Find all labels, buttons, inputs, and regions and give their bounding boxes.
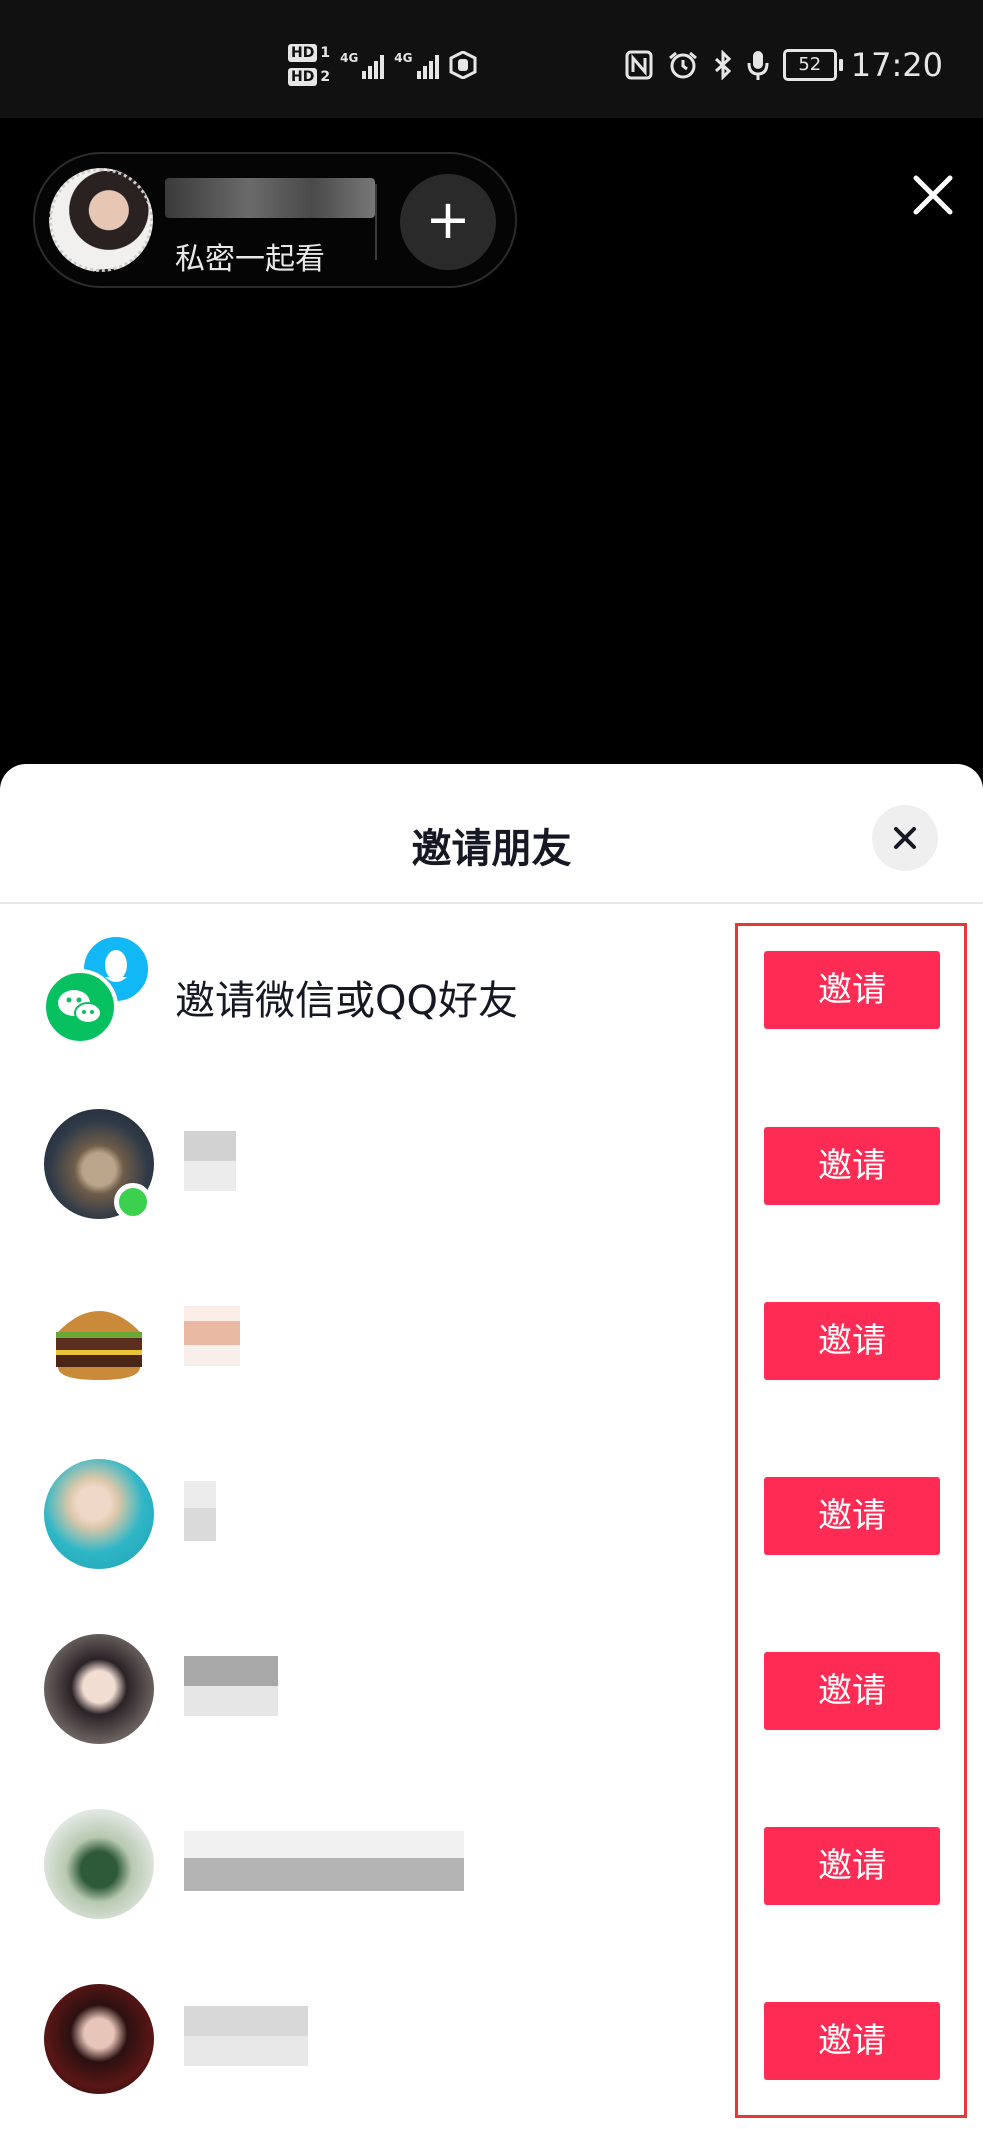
list-item-friend: 邀请 [0, 1809, 983, 1929]
invite-button[interactable]: 邀请 [764, 2002, 940, 2080]
host-info-pill: 私密一起看 + [33, 152, 517, 288]
list-item-friend: 邀请 [0, 1284, 983, 1404]
avatar [44, 1984, 154, 2094]
sim1-indicator: HD 1 [288, 44, 330, 62]
sim2-indicator: HD 2 [288, 68, 330, 86]
signal-strength-icon: 4G [394, 51, 439, 79]
avatar [44, 1284, 154, 1394]
sheet-title: 邀请朋友 [411, 826, 572, 872]
invite-button[interactable]: 邀请 [764, 1827, 940, 1905]
signal-strength-icon: 4G [340, 51, 385, 79]
divider [375, 184, 377, 260]
hd-badge: HD [288, 44, 318, 62]
host-name-redacted [165, 178, 375, 218]
invite-friends-sheet: 邀请朋友 邀请微信或QQ好友 邀请 邀请 邀请 邀请 邀请 邀请 邀请 [0, 764, 983, 2129]
invite-wechat-qq-label: 邀请微信或QQ好友 [175, 978, 518, 1024]
network-type: 4G [394, 51, 413, 65]
wechat-icon [42, 969, 118, 1045]
invite-button[interactable]: 邀请 [764, 1652, 940, 1730]
list-item-friend: 邀请 [0, 1984, 983, 2104]
status-right: 52 17:20 [625, 46, 943, 84]
invite-button[interactable]: 邀请 [764, 951, 940, 1029]
clock: 17:20 [850, 46, 943, 84]
friend-name-redacted [184, 1131, 236, 1191]
sim-indicators: HD 1 HD 2 [288, 44, 330, 86]
friend-name-redacted [184, 2006, 308, 2066]
list-item-friend: 邀请 [0, 1459, 983, 1579]
host-subtitle: 私密一起看 [175, 242, 325, 277]
list-item-friend: 邀请 [0, 1634, 983, 1754]
avatar [44, 1459, 154, 1569]
burger-icon [56, 1311, 142, 1380]
bluetooth-icon [714, 50, 731, 80]
invite-button[interactable]: 邀请 [764, 1127, 940, 1205]
avatar [44, 1809, 154, 1919]
friend-name-redacted [184, 1831, 464, 1891]
hand-shield-icon [449, 51, 476, 79]
hd-badge: HD [288, 68, 318, 86]
list-item-invite-wechat-qq[interactable]: 邀请微信或QQ好友 邀请 [0, 931, 983, 1051]
host-avatar[interactable] [49, 168, 153, 272]
invite-button[interactable]: 邀请 [764, 1302, 940, 1380]
nfc-icon [625, 50, 653, 80]
add-friend-button[interactable]: + [400, 174, 496, 270]
friend-name-redacted [184, 1656, 278, 1716]
alarm-icon [668, 51, 697, 79]
avatar [44, 1634, 154, 1744]
divider [0, 902, 983, 904]
invite-button[interactable]: 邀请 [764, 1477, 940, 1555]
friend-name-redacted [184, 1306, 240, 1366]
microphone-icon [747, 51, 769, 80]
status-left: HD 1 HD 2 4G 4G [288, 44, 477, 86]
status-bar: HD 1 HD 2 4G 4G 52 17:20 [0, 0, 983, 118]
friend-name-redacted [184, 1481, 216, 1541]
online-status-dot [114, 1183, 152, 1221]
network-type: 4G [340, 51, 359, 65]
battery-indicator: 52 [782, 49, 843, 81]
close-icon [894, 827, 916, 849]
close-icon[interactable] [908, 170, 958, 220]
sheet-close-button[interactable] [872, 805, 938, 871]
sim-number: 2 [320, 69, 331, 85]
list-item-friend: 邀请 [0, 1109, 983, 1229]
sim-number: 1 [320, 45, 331, 61]
